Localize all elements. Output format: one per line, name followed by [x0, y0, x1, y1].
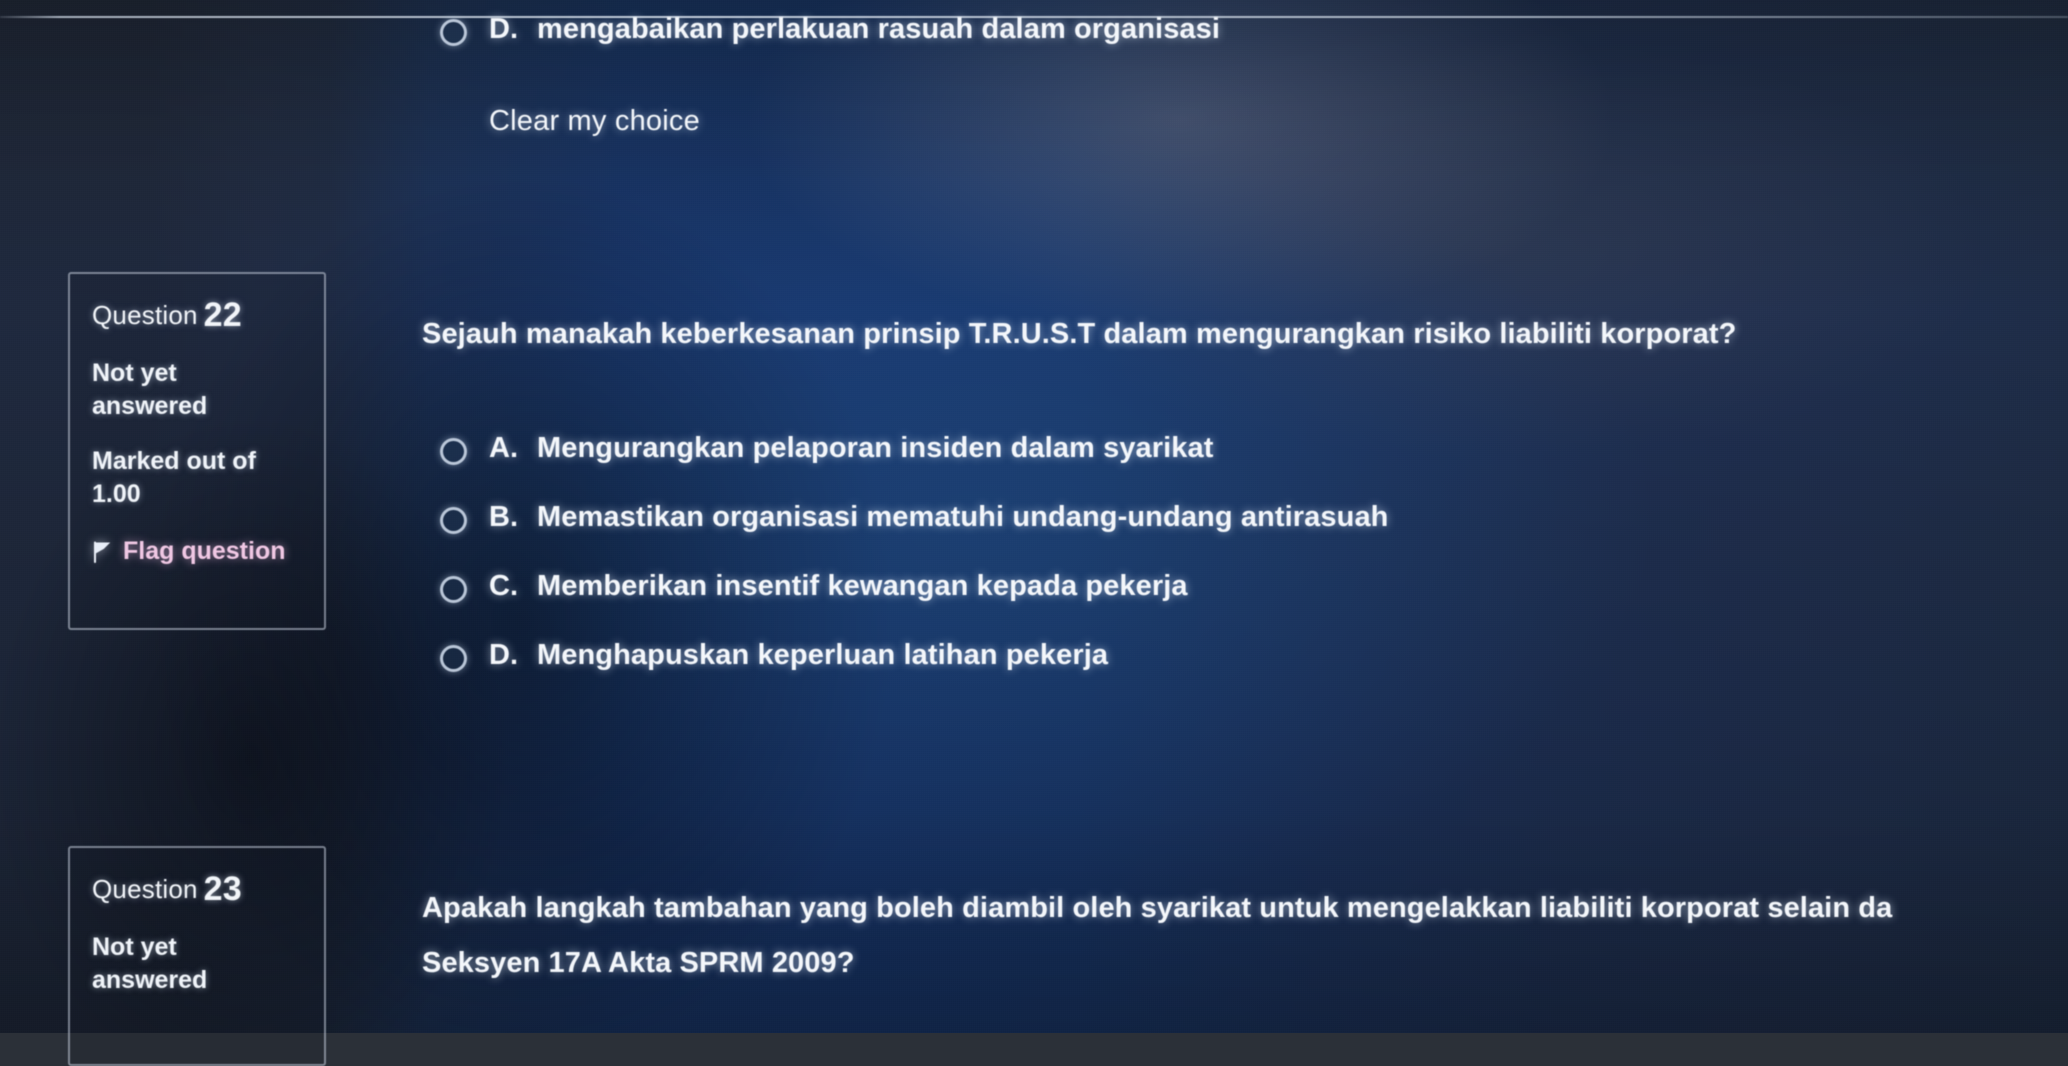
answer-text: Mengurangkan pelaporan insiden dalam sya…: [537, 432, 1214, 464]
question-label: Question: [92, 300, 198, 330]
question-stem-23-line-1: Apakah langkah tambahan yang boleh diamb…: [422, 892, 1893, 924]
radio-button-b[interactable]: [440, 507, 467, 534]
flag-question-label: Flag question: [123, 537, 286, 565]
answer-text: Menghapuskan keperluan latihan pekerja: [537, 639, 1109, 671]
marked-out-of-label: Marked out of: [92, 447, 256, 475]
answer-option-row[interactable]: D. mengabaikan perlakuan rasuah dalam or…: [440, 13, 1220, 46]
answer-letter: A.: [489, 432, 518, 464]
answer-option-row[interactable]: C. Memberikan insentif kewangan kepada p…: [440, 570, 1388, 603]
question-label: Question: [92, 874, 198, 904]
question-number-heading: Question 22: [92, 296, 324, 335]
radio-button-d[interactable]: [440, 19, 467, 46]
question-info-box-23: Question 23 Not yet answered: [68, 846, 326, 1066]
question-grade-22: Marked out of 1.00: [92, 445, 267, 511]
answer-letter: C.: [489, 570, 518, 602]
question-number: 23: [203, 870, 242, 908]
answer-letter: B.: [489, 501, 518, 533]
answer-letter: D.: [489, 13, 518, 45]
question-info-box-22: Question 22 Not yet answered Marked out o…: [68, 272, 326, 630]
answer-option-row[interactable]: D. Menghapuskan keperluan latihan pekerj…: [440, 639, 1388, 672]
question-stem-22: Sejauh manakah keberkesanan prinsip T.R.…: [422, 318, 1737, 350]
answer-option-row[interactable]: A. Mengurangkan pelaporan insiden dalam …: [440, 432, 1388, 465]
previous-question-options: D. mengabaikan perlakuan rasuah dalam or…: [440, 13, 1220, 46]
marked-out-of-value: 1.00: [92, 480, 141, 508]
answer-text: Memberikan insentif kewangan kepada peke…: [537, 570, 1188, 602]
answer-text: mengabaikan perlakuan rasuah dalam organ…: [537, 13, 1221, 45]
question-state-22: Not yet answered: [92, 359, 208, 420]
radio-button-c[interactable]: [440, 576, 467, 603]
radio-button-d[interactable]: [440, 645, 467, 672]
quiz-content: D. mengabaikan perlakuan rasuah dalam or…: [0, 0, 2068, 1066]
clear-my-choice-button[interactable]: Clear my choice: [489, 105, 700, 138]
answer-option-row[interactable]: B. Memastikan organisasi mematuhi undang…: [440, 501, 1388, 534]
question-state-23: Not yet answered: [92, 933, 208, 994]
question-22-options: A. Mengurangkan pelaporan insiden dalam …: [440, 432, 1388, 672]
question-number-heading: Question 23: [92, 870, 324, 909]
flag-icon: [94, 541, 111, 563]
question-stem-23-line-2: Seksyen 17A Akta SPRM 2009?: [422, 947, 855, 979]
flag-question-control-22[interactable]: Flag question: [92, 537, 324, 566]
radio-button-a[interactable]: [440, 438, 467, 465]
question-number: 22: [203, 296, 242, 334]
answer-letter: D.: [489, 639, 518, 671]
answer-text: Memastikan organisasi mematuhi undang-un…: [537, 501, 1389, 533]
